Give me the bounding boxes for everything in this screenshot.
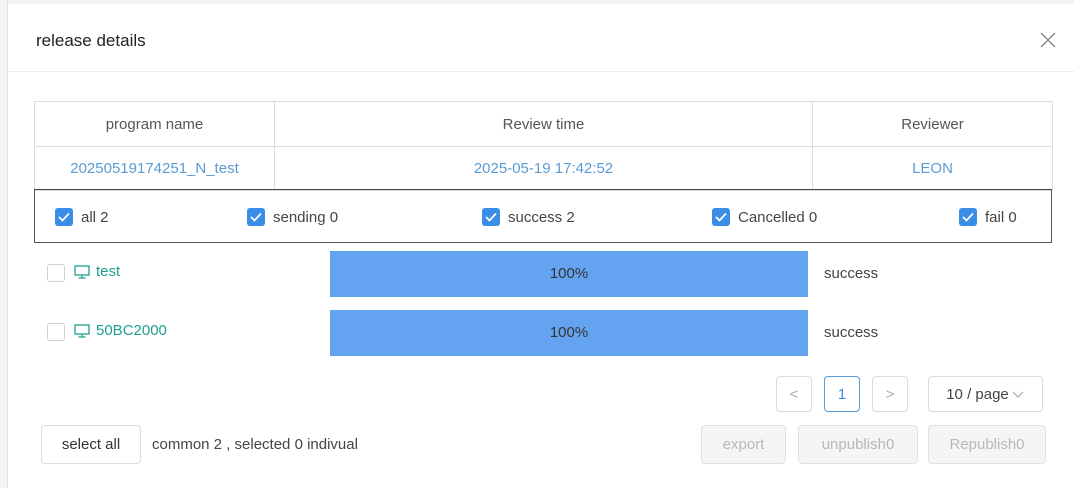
checkbox-checked-icon[interactable] (712, 208, 730, 226)
checkbox-checked-icon[interactable] (959, 208, 977, 226)
review-time-cell: 2025-05-19 17:42:52 (274, 146, 813, 191)
filter-fail-label: fail 0 (985, 208, 1017, 226)
release-info-table: program name Review time Reviewer 202505… (34, 101, 1053, 191)
program-name-cell[interactable]: 20250519174251_N_test (34, 146, 275, 191)
filter-all[interactable]: all 2 (55, 208, 109, 226)
device-row: test 100% success (34, 251, 1052, 297)
device-name[interactable]: test (74, 263, 120, 280)
filter-sending[interactable]: sending 0 (247, 208, 338, 226)
filter-success[interactable]: success 2 (482, 208, 575, 226)
pagination-prev-button[interactable]: < (776, 376, 812, 412)
filter-sending-label: sending 0 (273, 208, 339, 226)
device-status: success (824, 265, 879, 282)
close-icon[interactable] (1038, 30, 1058, 50)
background-panel (0, 0, 8, 488)
filter-all-label: all 2 (81, 208, 109, 226)
header-review-time: Review time (274, 101, 813, 147)
selection-summary: common 2 , selected 0 indivual (152, 436, 358, 453)
device-checkbox[interactable] (47, 323, 65, 341)
chevron-down-icon (1012, 391, 1024, 398)
checkbox-checked-icon[interactable] (247, 208, 265, 226)
export-button[interactable]: export (701, 425, 786, 464)
pagination-page-1[interactable]: 1 (824, 376, 860, 412)
reviewer-cell: LEON (812, 146, 1053, 191)
page-size-label: 10 / page (946, 385, 1009, 403)
header-reviewer: Reviewer (812, 101, 1053, 147)
filter-fail[interactable]: fail 0 (959, 208, 1017, 226)
progress-bar: 100% (330, 251, 808, 297)
dialog-title: release details (36, 31, 146, 50)
progress-label: 100% (549, 324, 589, 341)
device-checkbox[interactable] (47, 264, 65, 282)
unpublish-button[interactable]: unpublish0 (798, 425, 918, 464)
header-program-name: program name (34, 101, 275, 147)
progress-bar: 100% (330, 310, 808, 356)
device-row: 50BC2000 100% success (34, 310, 1052, 356)
dialog-header: release details (8, 4, 1074, 72)
filter-cancelled-label: Cancelled 0 (738, 208, 818, 226)
checkbox-checked-icon[interactable] (55, 208, 73, 226)
filter-success-label: success 2 (508, 208, 575, 226)
page-size-select[interactable]: 10 / page (928, 376, 1043, 412)
progress-label: 100% (549, 265, 589, 282)
status-filter-bar: all 2 sending 0 success 2 Cancelled 0 fa… (34, 189, 1052, 243)
monitor-icon (74, 323, 90, 338)
filter-cancelled[interactable]: Cancelled 0 (712, 208, 817, 226)
device-name-label: test (96, 263, 121, 280)
checkbox-checked-icon[interactable] (482, 208, 500, 226)
device-name[interactable]: 50BC2000 (74, 322, 167, 339)
monitor-icon (74, 264, 90, 279)
select-all-button[interactable]: select all (41, 425, 141, 464)
pagination-next-button[interactable]: > (872, 376, 908, 412)
device-name-label: 50BC2000 (96, 322, 167, 339)
device-status: success (824, 324, 879, 341)
republish-button[interactable]: Republish0 (928, 425, 1046, 464)
